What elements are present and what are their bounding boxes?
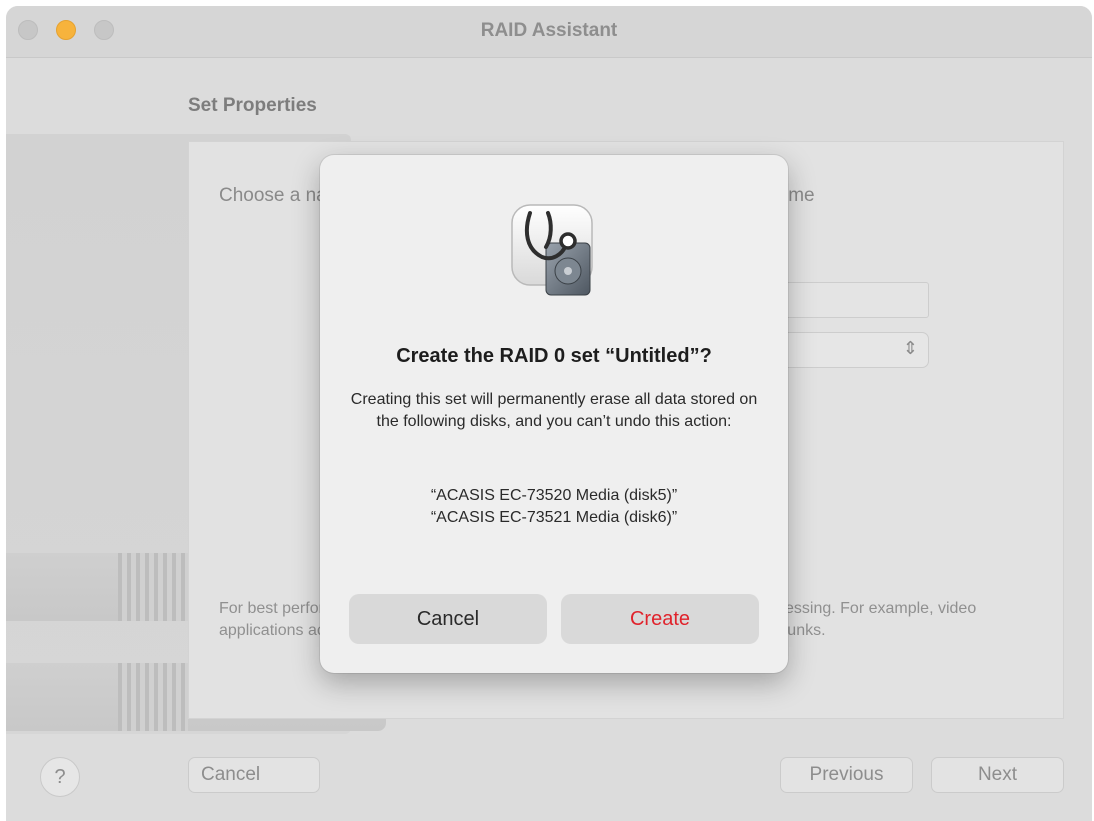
help-button[interactable]: ? (40, 757, 80, 797)
window-title: RAID Assistant (480, 20, 618, 41)
alert-cancel-button[interactable]: Cancel (349, 594, 547, 644)
title-bar: RAID Assistant (6, 6, 1092, 58)
cancel-button[interactable]: Cancel (188, 757, 320, 793)
disk-list: “ACASIS EC-73520 Media (disk5)” “ACASIS … (350, 485, 758, 529)
disk-list-item: “ACASIS EC-73521 Media (disk6)” (430, 509, 678, 526)
next-button[interactable]: Next (931, 757, 1064, 793)
disk-utility-icon (511, 204, 593, 296)
disk-vent-stripes (118, 553, 188, 621)
alert-title: Create the RAID 0 set “Untitled”? (396, 345, 712, 367)
disk-vent-stripes (118, 663, 188, 731)
chevron-up-down-icon: ⇕ (902, 338, 918, 358)
alert-create-button[interactable]: Create (561, 594, 759, 644)
previous-button[interactable]: Previous (780, 757, 913, 793)
alert-message: Creating this set will permanently erase… (350, 391, 758, 430)
confirm-alert: Create the RAID 0 set “Untitled”? Creati… (320, 155, 788, 673)
disk-list-item: “ACASIS EC-73520 Media (disk5)” (430, 487, 678, 504)
section-title: Set Properties (188, 95, 317, 116)
